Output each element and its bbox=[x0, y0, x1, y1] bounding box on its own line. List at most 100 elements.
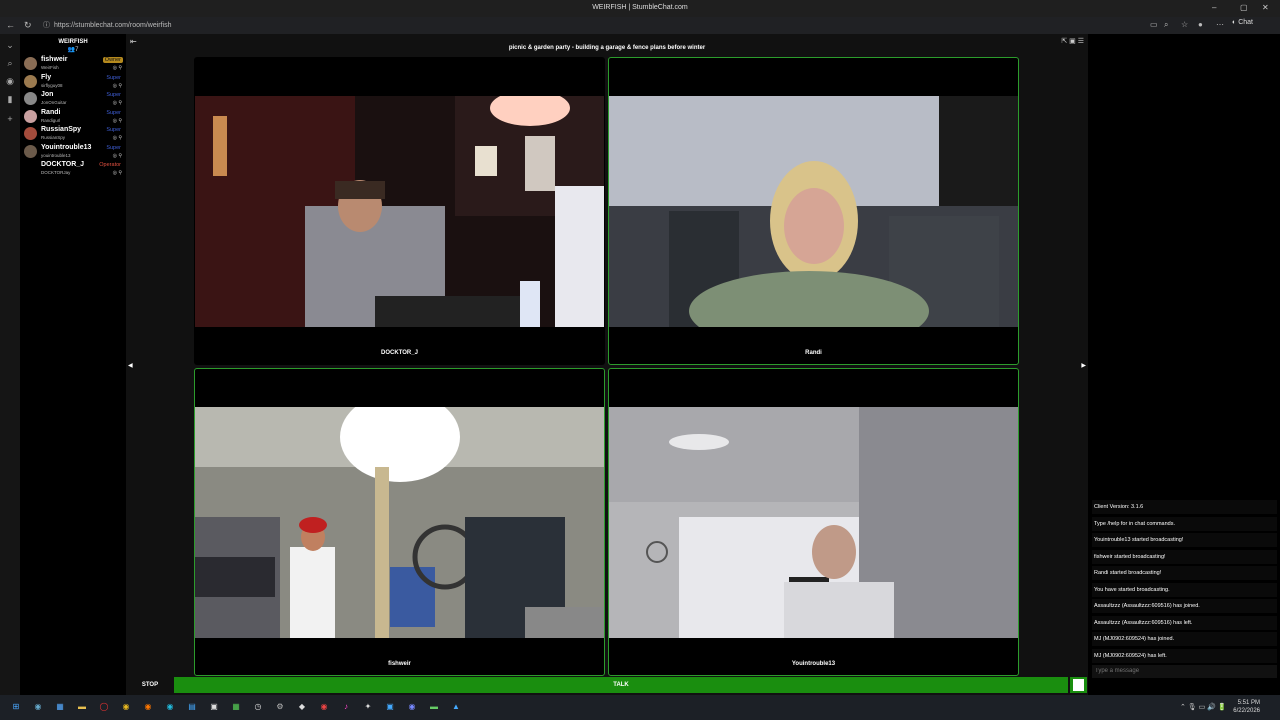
copilot-chat-button[interactable]: ◐ Chat bbox=[1232, 19, 1253, 26]
talk-lock-toggle[interactable] bbox=[1070, 677, 1087, 693]
chrome-icon[interactable]: ◉ bbox=[120, 701, 132, 713]
menu-dots-icon[interactable]: ⋯ bbox=[1216, 20, 1224, 29]
user-list-item[interactable]: RussianSpy RussianSpy Super ◎ ⚲ bbox=[24, 126, 124, 143]
system-tray-icons[interactable]: ⌃ 🎙 ▭ 🔊 🔋 bbox=[1180, 703, 1227, 711]
cam-tile[interactable]: DOCKTOR_J bbox=[194, 57, 605, 365]
browser-titlebar: WEIRFISH | StumbleChat.com – ▢ ✕ bbox=[0, 0, 1280, 17]
maximize-icon[interactable]: ▢ bbox=[1240, 3, 1248, 12]
cam-mic-icon: ◎ ⚲ bbox=[112, 170, 122, 176]
user-nick: DOCKTOR_J bbox=[41, 161, 85, 168]
bookmark-star-icon[interactable]: ☆ bbox=[1181, 20, 1188, 29]
search-icon[interactable]: ⌕ bbox=[5, 58, 15, 68]
chat-message: Randi started broadcasting! bbox=[1092, 566, 1277, 580]
tiktok-icon[interactable]: ♪ bbox=[340, 701, 352, 713]
chat-input[interactable] bbox=[1092, 665, 1277, 678]
cam-tile[interactable]: fishweir bbox=[194, 368, 605, 676]
app-icon[interactable]: ▤ bbox=[186, 701, 198, 713]
user-nick: Jon bbox=[41, 91, 54, 98]
layout-tools[interactable]: ⇱ ▣ ☰ bbox=[1061, 37, 1084, 45]
user-username: sirflyguy08 bbox=[41, 82, 63, 88]
copilot-icon[interactable]: ◉ bbox=[32, 701, 44, 713]
cam-tile[interactable]: Randi bbox=[608, 57, 1019, 365]
avatar bbox=[24, 109, 37, 123]
cam-mic-icon: ◎ ⚲ bbox=[112, 82, 122, 89]
user-nick: RussianSpy bbox=[41, 126, 82, 133]
url-field[interactable]: ⓘ https://stumblechat.com/room/weirfish bbox=[40, 20, 1130, 32]
avatar bbox=[24, 57, 37, 70]
cam-tile[interactable]: Youintrouble13 bbox=[608, 368, 1019, 676]
room-topic: picnic & garden party - building a garag… bbox=[508, 45, 706, 51]
user-nick: Randi bbox=[41, 108, 61, 116]
folder-icon[interactable]: ▬ bbox=[76, 701, 88, 713]
site-info-icon[interactable]: ⓘ bbox=[43, 20, 50, 32]
back-icon[interactable]: ← bbox=[6, 20, 15, 30]
cast-icon[interactable]: ▭ bbox=[1150, 20, 1158, 29]
app-icon-4[interactable]: ✦ bbox=[362, 701, 374, 713]
clock-icon[interactable]: ◷ bbox=[252, 701, 264, 713]
user-username: WeirFish bbox=[41, 65, 59, 70]
minimize-icon[interactable]: – bbox=[1212, 3, 1216, 12]
main-stage: ⇤ picnic & garden party - building a gar… bbox=[126, 34, 1088, 695]
avatar bbox=[24, 144, 37, 158]
user-username: JonOnGuitar bbox=[41, 100, 67, 105]
role-badge: Operator bbox=[99, 162, 121, 168]
user-list-item[interactable]: DOCKTOR_J DOCKTORJay Operator ◎ ⚲ bbox=[24, 161, 124, 178]
settings-icon[interactable]: ⚙ bbox=[274, 701, 286, 713]
cam-name: Randi bbox=[805, 350, 822, 356]
sheet-icon[interactable]: ▦ bbox=[230, 701, 242, 713]
user-username: DOCKTORJay bbox=[41, 170, 71, 175]
zoom-icon[interactable]: ⌕ bbox=[1164, 20, 1168, 30]
firefox-icon[interactable]: ◉ bbox=[142, 701, 154, 713]
discord-icon[interactable]: ◉ bbox=[406, 701, 418, 713]
user-username: youintrouble13 bbox=[41, 152, 71, 158]
widgets-icon[interactable]: ▦ bbox=[54, 701, 66, 713]
next-page-icon[interactable]: ▶ bbox=[1081, 362, 1086, 369]
user-nick: fishweir bbox=[41, 56, 68, 63]
store-icon[interactable]: ▣ bbox=[208, 701, 220, 713]
window-title: WEIRFISH | StumbleChat.com bbox=[592, 4, 688, 11]
avatar bbox=[24, 162, 37, 175]
cam-mic-icon: ◎ ⚲ bbox=[112, 100, 122, 106]
user-nick: Youintrouble13 bbox=[41, 143, 92, 151]
chat-message: fishweir started broadcasting! bbox=[1092, 549, 1277, 564]
avatar bbox=[24, 92, 37, 105]
chat-button-label: Chat bbox=[1238, 19, 1253, 26]
opera-icon[interactable]: ◯ bbox=[98, 701, 110, 713]
start-icon[interactable]: ⊞ bbox=[10, 701, 22, 713]
app-icon-3[interactable]: ◉ bbox=[318, 701, 330, 713]
cam-name: fishweir bbox=[388, 661, 411, 667]
role-badge: Super bbox=[106, 127, 121, 133]
photos-icon[interactable]: ▲ bbox=[450, 701, 462, 713]
close-icon[interactable]: ✕ bbox=[1262, 3, 1269, 12]
chevron-down-icon[interactable]: ⌄ bbox=[5, 40, 15, 50]
edge-icon[interactable]: ◉ bbox=[164, 701, 176, 713]
plus-icon[interactable]: + bbox=[5, 114, 15, 124]
circle-icon[interactable]: ◉ bbox=[5, 76, 15, 86]
talk-button[interactable]: TALK bbox=[174, 677, 1068, 693]
chat-message: Assaultzzz (Assaultzzz:609516) has left. bbox=[1092, 615, 1277, 630]
prev-page-icon[interactable]: ◀ bbox=[128, 362, 133, 369]
reload-icon[interactable]: ↻ bbox=[24, 20, 32, 31]
trash-icon[interactable]: ▮ bbox=[5, 94, 15, 104]
room-name: WEIRFISH bbox=[58, 39, 88, 45]
avatar bbox=[24, 127, 37, 140]
app-icon-5[interactable]: ▣ bbox=[384, 701, 396, 713]
user-list-item[interactable]: Jon JonOnGuitar Super ◎ ⚲ bbox=[24, 91, 124, 108]
user-username: Randigurl bbox=[41, 117, 61, 123]
user-list-item[interactable]: Randi Randigurl Super ◎ ⚲ bbox=[24, 109, 124, 126]
role-badge: Super bbox=[106, 144, 121, 151]
cam-name: DOCKTOR_J bbox=[381, 350, 418, 356]
role-badge: Owner bbox=[102, 57, 123, 63]
stop-broadcast-button[interactable]: STOP bbox=[126, 677, 174, 693]
profile-avatar-icon[interactable]: ● bbox=[1198, 20, 1203, 29]
toggle-indicator bbox=[1073, 679, 1084, 691]
role-badge: Super bbox=[106, 109, 121, 116]
app-icon-2[interactable]: ◆ bbox=[296, 701, 308, 713]
clock[interactable]: 5:51 PM 6/22/2026 bbox=[1233, 699, 1260, 715]
chat-message: Client Version: 3.1.6 bbox=[1092, 500, 1277, 514]
user-list-item[interactable]: Fly sirflyguy08 Super ◎ ⚲ bbox=[24, 74, 124, 91]
user-list-item[interactable]: Youintrouble13 youintrouble13 Super ◎ ⚲ bbox=[24, 144, 124, 161]
chat-message: MJ (MJ0902:609524) has left. bbox=[1092, 648, 1277, 663]
terminal-icon[interactable]: ▬ bbox=[428, 701, 440, 713]
user-list-item[interactable]: fishweir WeirFish Owner ◎ ⚲ bbox=[24, 56, 124, 73]
